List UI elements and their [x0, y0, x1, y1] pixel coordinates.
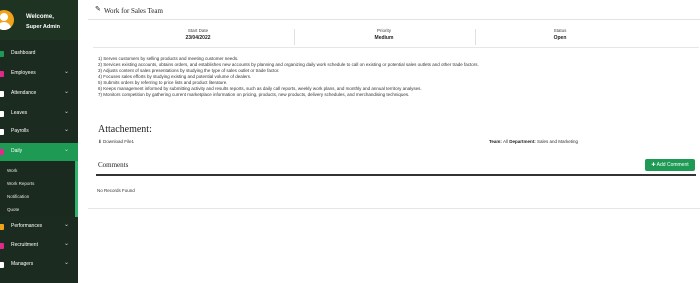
comments-title: Comments — [98, 161, 129, 169]
sidebar-item-label: Employees — [11, 70, 36, 76]
download-icon: ⬇ — [98, 139, 102, 144]
team-value: All — [502, 139, 508, 144]
chevron-down-icon: ⌄ — [63, 241, 69, 247]
user-role: Super Admin — [26, 24, 61, 30]
sidebar-item-payrolls[interactable]: Payrolls ⌄ — [0, 123, 78, 141]
chevron-down-icon: ⌄ — [63, 109, 69, 115]
payrolls-icon — [0, 129, 4, 135]
sidebar-item-label: Payrolls — [11, 128, 29, 134]
sidebar-item-dashboard[interactable]: Dashboard — [0, 45, 78, 63]
chevron-down-icon: ⌄ — [63, 260, 69, 266]
submenu-item-notification[interactable]: Notification — [7, 194, 29, 199]
chevron-down-icon: ⌄ — [63, 222, 69, 228]
daily-icon — [0, 149, 4, 155]
chevron-down-icon: ⌄ — [63, 127, 69, 133]
sidebar-item-label: Attendance — [11, 90, 37, 96]
download-file-link[interactable]: ⬇ Download File1 — [98, 139, 134, 145]
department-value: Sales and Marketing — [537, 139, 579, 144]
page-title: Work for Sales Team — [104, 7, 163, 15]
sidebar: Welcome, Super Admin Dashboard Employees ⌄… — [0, 0, 78, 283]
sidebar-item-recruitment[interactable]: Recruitment ⌄ — [0, 237, 78, 255]
sidebar-item-label: Leaves — [11, 110, 28, 116]
sidebar-item-employees[interactable]: Employees ⌄ — [0, 65, 78, 83]
submenu-item-work[interactable]: Work — [7, 168, 17, 173]
submenu-item-work-reports[interactable]: Work Reports — [7, 181, 34, 186]
pencil-icon: ✎ — [95, 6, 101, 13]
priority-block: Priority Medium — [289, 28, 479, 41]
team-department-info: Team: All Department: Sales and Marketin… — [489, 139, 578, 144]
sidebar-item-attendance[interactable]: Attendance ⌄ — [0, 85, 78, 103]
plus-icon: ✚ — [651, 162, 656, 168]
sidebar-item-performances[interactable]: Performances ⌄ — [0, 218, 78, 236]
sidebar-item-leaves[interactable]: Leaves ⌄ — [0, 105, 78, 123]
attachment-title: Attachement: — [98, 124, 152, 135]
start-date-block: Start Date 23/04/2022 — [103, 28, 293, 41]
department-label: Department: — [509, 139, 536, 144]
recruitment-icon — [0, 243, 4, 249]
sidebar-item-label: Daily — [11, 148, 23, 154]
performances-icon — [0, 224, 4, 230]
leaves-icon — [0, 111, 4, 117]
start-date-value: 23/04/2022 — [185, 35, 211, 41]
status-block: Status Open — [465, 28, 655, 41]
priority-value: Medium — [374, 35, 394, 41]
main-panel: ✎ Work for Sales Team Start Date 23/04/2… — [88, 2, 700, 212]
download-file-label: Download File1 — [103, 139, 135, 144]
no-records-text: No Records Found — [97, 188, 135, 193]
managers-icon — [0, 262, 4, 268]
sidebar-item-label: Dashboard — [11, 50, 36, 56]
welcome-text: Welcome, — [26, 14, 54, 20]
sidebar-item-daily[interactable]: Daily ⌄ — [0, 143, 78, 161]
chevron-down-icon: ⌄ — [63, 89, 69, 95]
daily-submenu: Work Work Reports Notification Quote — [0, 161, 78, 217]
profile-header: Welcome, Super Admin — [0, 0, 78, 40]
description-line: 7) Monitors competition by gathering cur… — [98, 92, 410, 97]
avatar[interactable] — [0, 10, 14, 30]
sidebar-item-managers[interactable]: Managers ⌄ — [0, 256, 78, 274]
employees-icon — [0, 71, 4, 77]
page-header: ✎ Work for Sales Team — [88, 2, 700, 20]
submenu-item-quote[interactable]: Quote — [7, 207, 19, 212]
dashboard-icon — [0, 51, 4, 57]
add-comment-label: Add Comment — [656, 162, 689, 168]
sidebar-item-label: Performances — [11, 223, 43, 229]
add-comment-button[interactable]: ✚ Add Comment — [645, 159, 695, 171]
chevron-down-icon: ⌄ — [63, 69, 69, 75]
attendance-icon — [0, 91, 4, 97]
status-value: Open — [553, 35, 567, 41]
sidebar-item-label: Recruitment — [11, 242, 38, 248]
work-description: 1) Serves customers by selling products … — [98, 56, 479, 98]
sidebar-item-label: Managers — [11, 261, 34, 267]
status-header: Status — [553, 28, 567, 33]
start-date-header: Start Date — [187, 28, 209, 33]
chevron-down-icon: ⌄ — [63, 147, 69, 153]
team-label: Team: — [489, 139, 502, 144]
comments-divider — [96, 174, 696, 176]
priority-header: Priority — [376, 28, 391, 33]
panel-bottom-border — [88, 208, 700, 209]
work-info-row: Start Date 23/04/2022 Priority Medium St… — [93, 28, 699, 48]
